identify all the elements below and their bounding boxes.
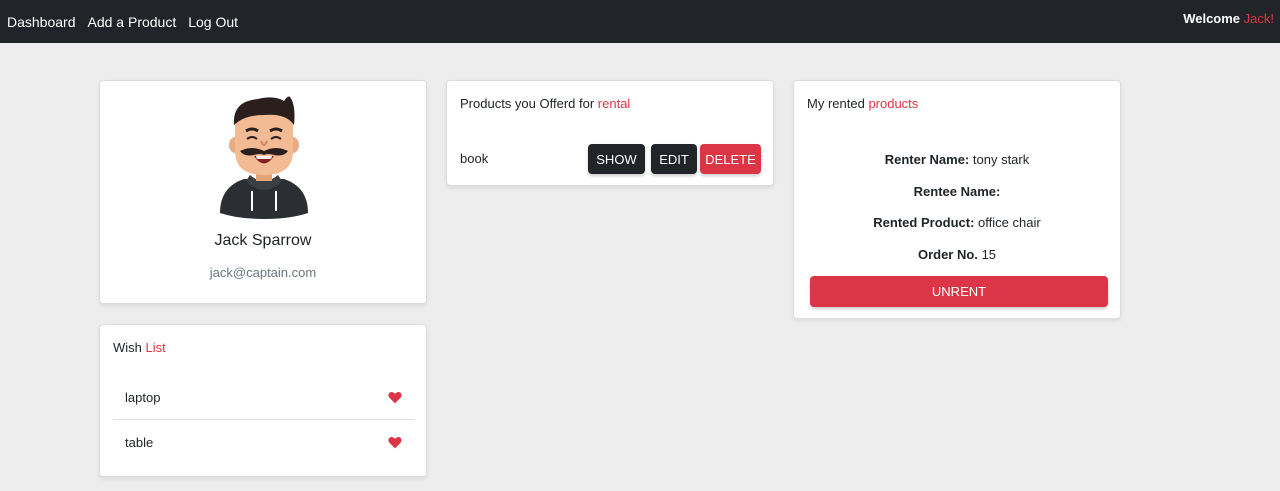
- avatar: [220, 96, 308, 219]
- rented-product-row: Rented Product: office chair: [794, 215, 1120, 230]
- rentee-name-row: Rentee Name:: [794, 184, 1120, 199]
- wishlist-title: Wish List: [113, 340, 166, 355]
- profile-name: Jack Sparrow: [214, 232, 312, 249]
- offered-title-plain: Products you Offerd for: [460, 96, 595, 111]
- offered-product-name: book: [460, 151, 489, 166]
- rented-products-title: My rented products: [807, 96, 918, 111]
- welcome-user-name: Jack!: [1243, 11, 1274, 26]
- rented-title-accent: products: [868, 96, 919, 111]
- rentee-name-label: Rentee Name:: [913, 184, 1001, 199]
- renter-name-row: Renter Name: tony stark: [794, 152, 1120, 167]
- edit-button[interactable]: EDIT: [651, 144, 697, 174]
- rented-products-card: My rented products Renter Name: tony sta…: [793, 80, 1121, 319]
- wishlist-item-label: laptop: [125, 389, 161, 405]
- order-number-label: Order No.: [917, 247, 978, 262]
- wishlist-item: table: [113, 420, 414, 465]
- welcome-message: Welcome Jack!: [1183, 11, 1280, 26]
- profile-email: jack@captain.com: [209, 265, 317, 280]
- nav-links: Dashboard Add a Product Log Out: [0, 14, 250, 30]
- rented-title-plain: My rented: [807, 96, 865, 111]
- order-number-value: 15: [981, 247, 997, 262]
- renter-name-value: tony stark: [972, 152, 1030, 167]
- nav-add-product-link[interactable]: Add a Product: [88, 14, 177, 30]
- nav-dashboard-link[interactable]: Dashboard: [7, 14, 76, 30]
- wishlist-card: Wish List laptop table: [99, 324, 427, 477]
- offered-products-card: Products you Offerd for rental book SHOW…: [446, 80, 774, 186]
- rented-product-value: office chair: [978, 215, 1041, 230]
- wishlist-item: laptop: [113, 375, 414, 420]
- order-number-row: Order No. 15: [794, 247, 1120, 262]
- top-navbar: Dashboard Add a Product Log Out Welcome …: [0, 0, 1280, 43]
- nav-logout-link[interactable]: Log Out: [188, 14, 238, 30]
- unrent-button[interactable]: UNRENT: [810, 276, 1108, 307]
- renter-name-label: Renter Name:: [884, 152, 970, 167]
- delete-button[interactable]: DELETE: [700, 144, 761, 174]
- offered-title-accent: rental: [597, 96, 631, 111]
- heart-icon[interactable]: [388, 436, 402, 449]
- wishlist-title-accent: List: [145, 340, 166, 355]
- welcome-label: Welcome: [1183, 11, 1241, 26]
- profile-card: Jack Sparrow jack@captain.com: [99, 80, 427, 304]
- rented-product-label: Rented Product:: [873, 215, 975, 230]
- offered-products-title: Products you Offerd for rental: [460, 96, 630, 111]
- wishlist-title-plain: Wish: [113, 340, 142, 355]
- wishlist-item-label: table: [125, 435, 154, 450]
- heart-icon[interactable]: [388, 391, 402, 404]
- show-button[interactable]: SHOW: [588, 144, 645, 174]
